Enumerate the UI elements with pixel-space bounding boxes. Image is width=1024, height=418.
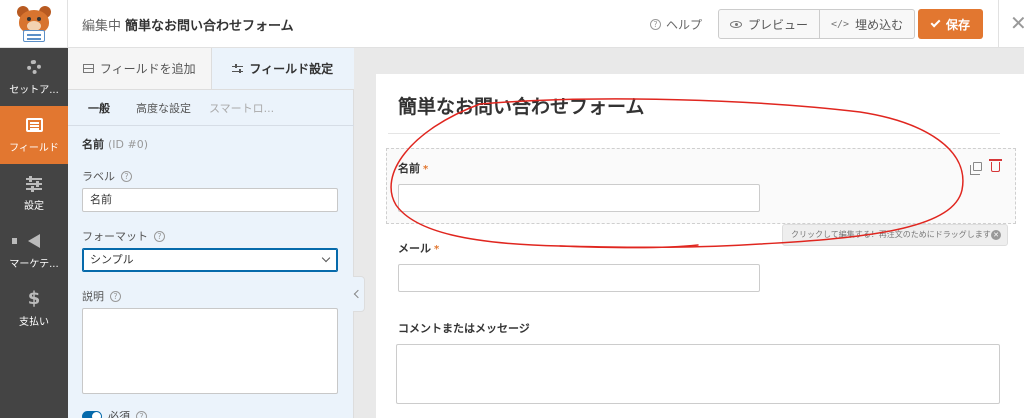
sidebar-item-setup[interactable]: セットア... (0, 48, 68, 106)
subtab-advanced[interactable]: 高度な設定 (128, 90, 199, 125)
tab-label: フィールド設定 (249, 62, 334, 76)
required-mark: * (423, 164, 429, 175)
label-input[interactable]: 名前 (82, 188, 338, 212)
form-preview: 簡単なお問い合わせフォーム 名前 * クリックして編集する！再注文のためにドラッグ… (376, 74, 1024, 418)
sidebar-item-label: 設定 (24, 201, 44, 212)
sidebar-item-label: 支払い (19, 317, 49, 328)
comment-field-label: コメントまたはメッセージ (398, 322, 530, 335)
question-icon[interactable]: ? (136, 410, 147, 418)
format-select[interactable]: シンプル (82, 248, 338, 272)
sidebar-item-label: マーケテ... (9, 259, 59, 270)
name-input[interactable] (398, 184, 760, 212)
comment-textarea[interactable] (396, 344, 1000, 404)
check-icon (930, 17, 941, 28)
table-icon (82, 64, 94, 73)
name-label-text: 名前 (398, 162, 420, 175)
email-field-label: メール * (398, 240, 439, 256)
fields-icon (25, 118, 43, 132)
header-divider (998, 0, 999, 48)
required-mark: * (434, 244, 440, 255)
form-name: 簡単なお問い合わせフォーム (125, 19, 294, 34)
required-caption: 必須 (108, 410, 130, 418)
question-icon[interactable]: ? (121, 170, 132, 182)
preview-embed-group: プレビュー </> 埋め込む (718, 9, 916, 39)
preview-button[interactable]: プレビュー (719, 10, 819, 38)
embed-label: 埋め込む (855, 17, 904, 32)
preview-label: プレビュー (748, 17, 809, 32)
panel-tabs: フィールドを追加 フィールド設定 (68, 48, 354, 90)
wpforms-logo (0, 0, 68, 48)
megaphone-icon (12, 234, 40, 248)
subtab-general[interactable]: 一般 (80, 90, 118, 125)
question-icon: ? (650, 19, 661, 30)
subtab-smart-logic[interactable]: スマートロ... (209, 90, 282, 125)
field-subtabs: 一般 高度な設定 スマートロ... (68, 90, 354, 126)
field-heading-name: 名前 (82, 138, 104, 151)
description-caption-row: 説明 ? (82, 288, 340, 304)
embed-button[interactable]: </> 埋め込む (819, 10, 914, 38)
form-title: 簡単なお問い合わせフォーム (398, 96, 645, 118)
eye-icon (730, 20, 742, 28)
description-textarea[interactable] (82, 308, 338, 394)
sidebar-item-label: セットア... (9, 85, 59, 96)
save-button[interactable]: 保存 (918, 9, 983, 39)
dollar-icon: $ (27, 288, 41, 309)
editing-title: 編集中 簡単なお問い合わせフォーム (82, 15, 294, 34)
sliders-icon (232, 63, 244, 73)
field-options: 名前 (ID #0) ラベル ? 名前 フォーマット ? シンプル 説明 ? 必須… (82, 136, 340, 418)
format-value: シンプル (90, 253, 134, 266)
label-caption-row: ラベル ? (82, 168, 340, 184)
sidebar-item-marketing[interactable]: マーケテ... (0, 222, 68, 280)
tab-field-options[interactable]: フィールド設定 (210, 48, 354, 89)
form-canvas: 簡単なお問い合わせフォーム 名前 * クリックして編集する！再注文のためにドラッグ… (354, 48, 1024, 418)
format-caption-row: フォーマット ? (82, 228, 340, 244)
description-caption: 説明 (82, 290, 104, 303)
edit-hint-tooltip: クリックして編集する！再注文のためにドラッグします ✕ (782, 224, 1008, 246)
field-id: (ID #0) (108, 138, 149, 151)
save-label: 保存 (945, 17, 970, 32)
name-field-label: 名前 * (398, 160, 428, 176)
editing-prefix: 編集中 (82, 19, 122, 34)
field-heading: 名前 (ID #0) (82, 136, 340, 152)
hint-text: クリックして編集する！再注文のためにドラッグします (791, 230, 991, 239)
close-icon[interactable]: ✕ (1010, 12, 1024, 34)
top-bar: 編集中 簡単なお問い合わせフォーム ? ヘルプ プレビュー </> 埋め込む 保存… (0, 0, 1024, 48)
tab-add-fields[interactable]: フィールドを追加 (68, 48, 211, 89)
bear-mascot-icon (15, 6, 53, 42)
help-link[interactable]: ? ヘルプ (650, 16, 702, 33)
required-row: 必須 ? (82, 408, 340, 418)
duplicate-icon[interactable] (970, 162, 982, 175)
question-icon[interactable]: ? (110, 290, 121, 302)
trash-icon[interactable] (989, 159, 1002, 172)
email-input[interactable] (398, 264, 760, 292)
chevron-down-icon (321, 253, 331, 263)
sidebar-item-fields[interactable]: フィールド (0, 106, 68, 164)
gear-icon (27, 60, 41, 74)
label-caption: ラベル (82, 170, 115, 183)
code-icon: </> (831, 18, 850, 30)
tab-label: フィールドを追加 (99, 62, 196, 76)
sidebar-item-settings[interactable]: 設定 (0, 164, 68, 222)
field-panel: フィールドを追加 フィールド設定 一般 高度な設定 スマートロ... 名前 (ID… (68, 48, 354, 418)
title-divider (388, 133, 1000, 134)
help-label: ヘルプ (666, 18, 703, 32)
email-label-text: メール (398, 242, 431, 255)
sliders-icon (26, 176, 42, 190)
sidebar-item-label: フィールド (9, 143, 59, 154)
format-caption: フォーマット (82, 230, 148, 243)
panel-collapse-handle[interactable] (353, 276, 365, 312)
builder-sidebar: セットア... フィールド 設定 マーケテ... $ 支払い (0, 48, 68, 418)
close-icon[interactable]: ✕ (991, 230, 1001, 240)
sidebar-item-payments[interactable]: $ 支払い (0, 280, 68, 338)
question-icon[interactable]: ? (154, 230, 165, 242)
required-toggle[interactable] (82, 410, 102, 418)
